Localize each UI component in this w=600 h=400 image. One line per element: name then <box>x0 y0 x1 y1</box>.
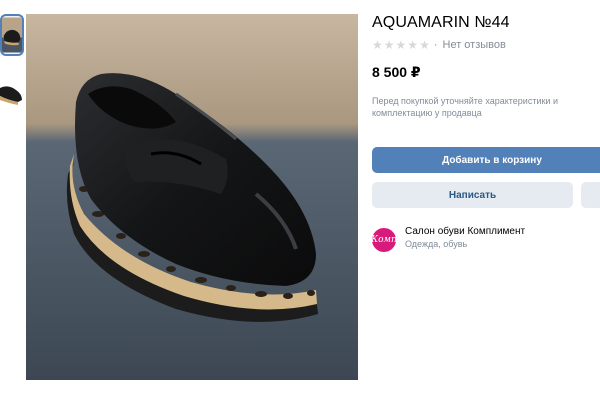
seller-category: Одежда, обувь <box>405 239 468 249</box>
rating-row: ★ ★ ★ ★ ★ · Нет отзывов <box>372 38 600 52</box>
product-main-photo[interactable] <box>26 14 358 380</box>
thumbnail-strip <box>0 14 26 126</box>
more-button[interactable] <box>581 182 600 208</box>
star-icon: ★ <box>383 38 395 52</box>
add-to-cart-button[interactable]: Добавить в корзину <box>372 147 600 173</box>
product-title: AQUAMARIN №44 <box>372 14 510 31</box>
seller-name[interactable]: Салон обуви Комплимент <box>405 226 525 237</box>
thumbnail-1[interactable] <box>0 14 24 56</box>
seller-text: Салон обуви Комплимент Одежда, обувь <box>405 226 525 249</box>
seller-card[interactable]: Комп Салон обуви Комплимент Одежда, обув… <box>371 226 600 252</box>
write-button[interactable]: Написать <box>372 182 574 208</box>
thumbnail-2-image <box>0 70 24 112</box>
star-icon: ★ <box>372 38 383 52</box>
star-icon: ★ <box>419 38 430 52</box>
reviews-link[interactable]: Нет отзывов <box>443 39 506 51</box>
product-price: 8 500 ₽ <box>372 64 421 80</box>
rating-separator: · <box>433 39 438 51</box>
seller-avatar-logo: Комп <box>371 235 397 245</box>
secondary-actions: Написать <box>372 182 600 208</box>
loafer-image <box>26 14 358 380</box>
seller-note: Перед покупкой уточняйте характеристики … <box>372 96 558 118</box>
product-info: AQUAMARIN №44 ★ ★ ★ ★ ★ · Нет отзывов 8 … <box>371 14 600 252</box>
thumbnail-1-image <box>2 17 22 53</box>
seller-avatar[interactable]: Комп <box>371 228 397 252</box>
star-icon: ★ <box>395 38 407 52</box>
star-icon: ★ <box>407 38 419 52</box>
thumbnail-2[interactable] <box>0 70 24 112</box>
